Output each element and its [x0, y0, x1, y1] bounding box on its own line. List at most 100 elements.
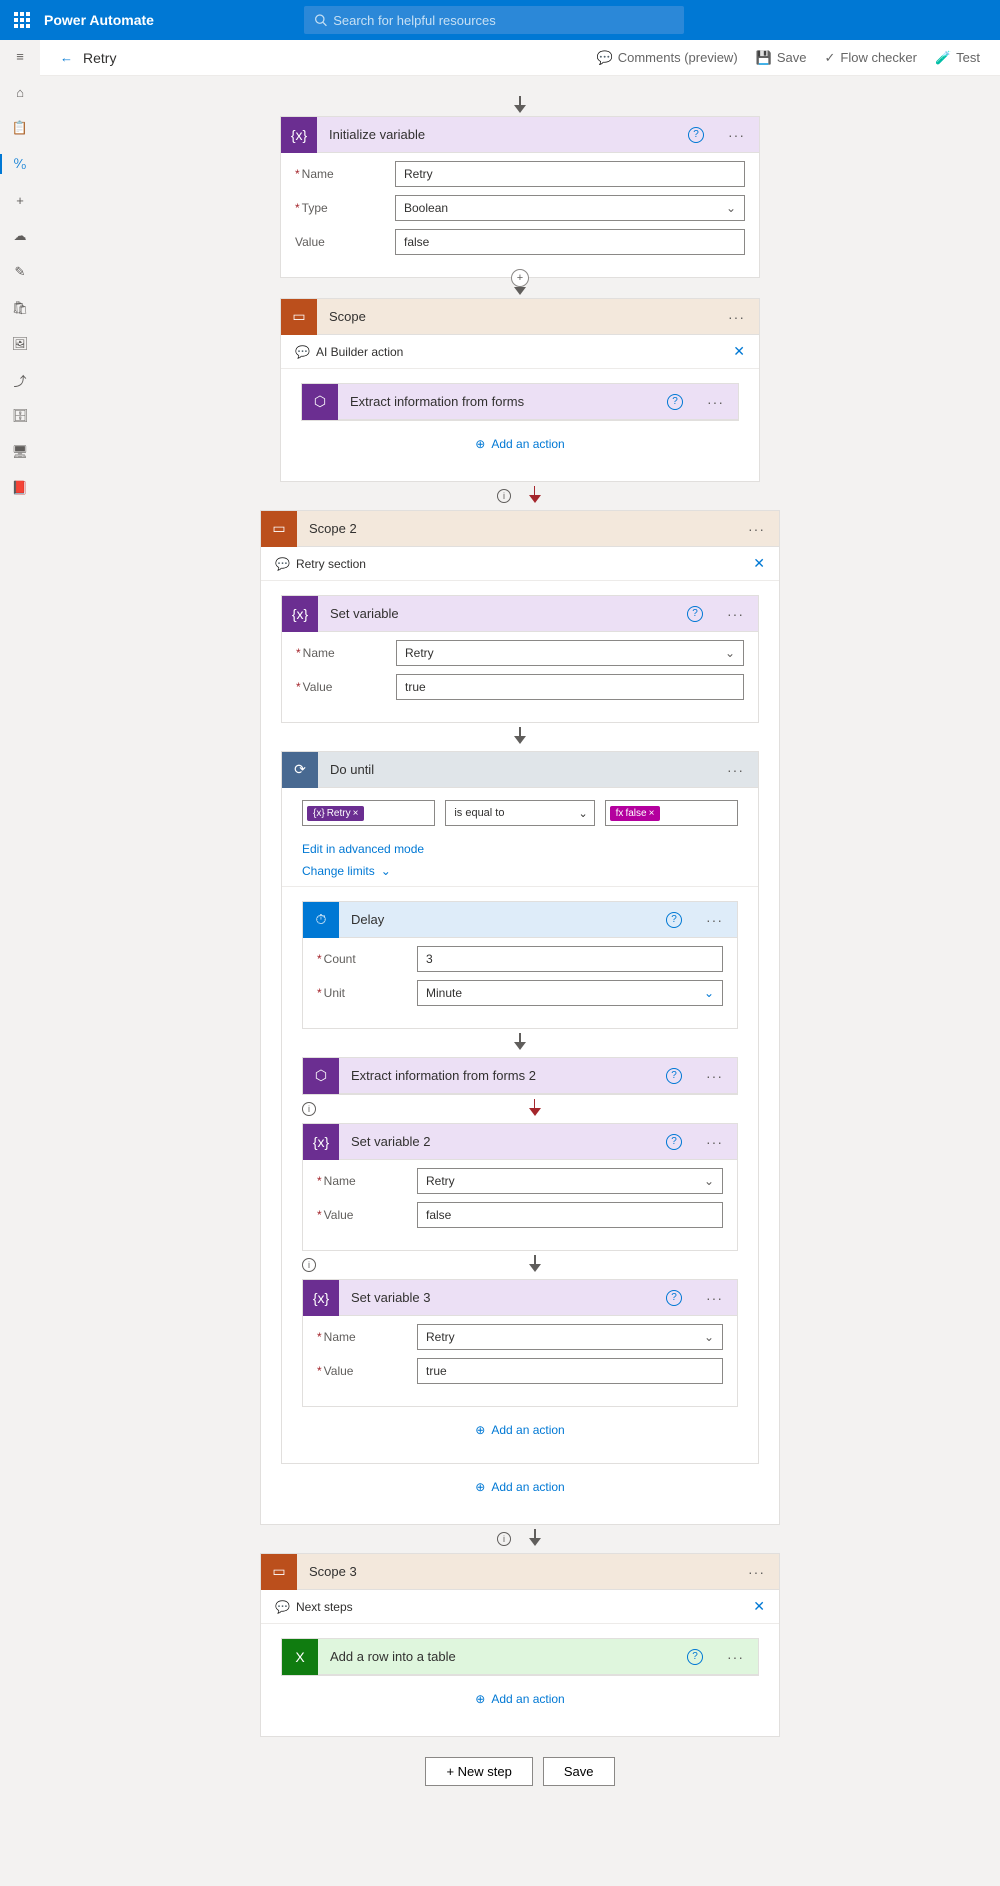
ai-icon: ⬡: [303, 1058, 339, 1094]
more-menu[interactable]: ···: [692, 1290, 737, 1306]
help-icon[interactable]: ?: [687, 1649, 703, 1665]
more-menu[interactable]: ···: [734, 1564, 779, 1580]
search-input[interactable]: [333, 13, 674, 28]
variable-icon: {x}: [303, 1280, 339, 1316]
extract-forms-2-card[interactable]: ⬡ Extract information from forms 2 ? ···: [302, 1057, 738, 1095]
card-header[interactable]: ▭ Scope 2 ···: [261, 511, 779, 547]
do-until-card[interactable]: ⟳ Do until ··· {x} Retry × is equal to⌄ …: [281, 751, 759, 1464]
condition-operator[interactable]: is equal to⌄: [445, 800, 594, 826]
flow-icon[interactable]: ⁰⁄₀: [0, 154, 30, 174]
comments-button[interactable]: 💬 Comments (preview): [597, 50, 738, 66]
share-icon[interactable]: ⤴: [10, 370, 30, 390]
help-icon[interactable]: ?: [666, 912, 682, 928]
clipboard-icon[interactable]: 📋: [10, 118, 30, 138]
extract-forms-card[interactable]: ⬡ Extract information from forms ? ···: [301, 383, 739, 421]
initialize-variable-card[interactable]: {x} Initialize variable ? ··· NameRetry …: [280, 116, 760, 278]
more-menu[interactable]: ···: [693, 394, 738, 410]
scope-card[interactable]: ▭ Scope ··· 💬 AI Builder action ✕ ⬡ Extr…: [280, 298, 760, 482]
card-header[interactable]: ▭ Scope ···: [281, 299, 759, 335]
more-menu[interactable]: ···: [734, 521, 779, 537]
monitor-icon[interactable]: 🖥: [10, 442, 30, 462]
add-action-button[interactable]: ⊕ Add an action: [301, 421, 739, 467]
info-icon[interactable]: i: [497, 1532, 511, 1546]
name-select[interactable]: Retry: [417, 1168, 723, 1194]
info-icon[interactable]: i: [497, 489, 511, 503]
waffle-icon[interactable]: [10, 8, 34, 32]
add-action-button[interactable]: ⊕ Add an action: [302, 1407, 738, 1453]
info-icon[interactable]: i: [302, 1102, 316, 1116]
hamburger-icon[interactable]: ≡: [10, 46, 30, 66]
help-icon[interactable]: ?: [666, 1290, 682, 1306]
more-menu[interactable]: ···: [713, 606, 758, 622]
delay-card[interactable]: ⏱ Delay ? ··· Count3 UnitMinute: [302, 901, 738, 1029]
set-variable-2-card[interactable]: {x} Set variable 2 ? ··· NameRetry Value…: [302, 1123, 738, 1251]
close-icon[interactable]: ✕: [753, 1598, 765, 1615]
more-menu[interactable]: ···: [692, 1134, 737, 1150]
flow-canvas: {x} Initialize variable ? ··· NameRetry …: [40, 76, 1000, 1806]
scope-3-card[interactable]: ▭ Scope 3 ··· 💬 Next steps ✕ X Add a row…: [260, 1553, 780, 1737]
save-button-footer[interactable]: Save: [543, 1757, 615, 1786]
set-variable-card[interactable]: {x} Set variable ? ··· NameRetry Valuetr…: [281, 595, 759, 723]
new-step-button[interactable]: + New step: [425, 1757, 532, 1786]
name-select[interactable]: Retry: [417, 1324, 723, 1350]
brush-icon[interactable]: ✎: [10, 262, 30, 282]
more-menu[interactable]: ···: [692, 1068, 737, 1084]
db-icon[interactable]: 🗄: [10, 406, 30, 426]
bag-icon[interactable]: 🛍: [10, 298, 30, 318]
name-select[interactable]: Retry: [396, 640, 744, 666]
scope-icon: ▭: [281, 299, 317, 335]
set-variable-3-card[interactable]: {x} Set variable 3 ? ··· NameRetry Value…: [302, 1279, 738, 1407]
unit-select[interactable]: Minute: [417, 980, 723, 1006]
help-icon[interactable]: ?: [667, 394, 683, 410]
cloud-icon[interactable]: ☁: [10, 226, 30, 246]
condition-right[interactable]: fx false ×: [605, 800, 738, 826]
add-row-table-card[interactable]: X Add a row into a table ? ···: [281, 1638, 759, 1676]
home-icon[interactable]: ⌂: [10, 82, 30, 102]
test-button[interactable]: 🧪 Test: [935, 50, 980, 66]
search-icon: [314, 13, 327, 27]
count-input[interactable]: 3: [417, 946, 723, 972]
app-title: Power Automate: [44, 12, 154, 28]
help-icon[interactable]: ?: [688, 127, 704, 143]
error-arrow-icon: [527, 1099, 543, 1119]
image-icon[interactable]: 🖼: [10, 334, 30, 354]
card-header[interactable]: ▭ Scope 3 ···: [261, 1554, 779, 1590]
help-icon[interactable]: ?: [687, 606, 703, 622]
card-header[interactable]: {x} Initialize variable ? ···: [281, 117, 759, 153]
global-header: Power Automate: [0, 0, 1000, 40]
search-box[interactable]: [304, 6, 684, 34]
more-menu[interactable]: ···: [692, 912, 737, 928]
info-icon[interactable]: i: [302, 1258, 316, 1272]
ai-icon: ⬡: [302, 384, 338, 420]
condition-left[interactable]: {x} Retry ×: [302, 800, 435, 826]
value-input[interactable]: false: [395, 229, 745, 255]
value-input[interactable]: false: [417, 1202, 723, 1228]
add-step-button[interactable]: +: [511, 269, 529, 287]
name-input[interactable]: Retry: [395, 161, 745, 187]
help-icon[interactable]: ?: [666, 1134, 682, 1150]
close-icon[interactable]: ✕: [753, 555, 765, 572]
change-limits-link[interactable]: Change limits ⌄: [282, 860, 758, 882]
scope-icon: ▭: [261, 511, 297, 547]
variable-icon: {x}: [282, 596, 318, 632]
value-input[interactable]: true: [396, 674, 744, 700]
back-button[interactable]: ←: [60, 50, 73, 65]
more-menu[interactable]: ···: [714, 127, 759, 143]
value-input[interactable]: true: [417, 1358, 723, 1384]
help-icon[interactable]: ?: [666, 1068, 682, 1084]
close-icon[interactable]: ✕: [733, 343, 745, 360]
arrow-icon: [527, 1255, 543, 1275]
save-button[interactable]: 💾 Save: [756, 50, 807, 66]
flow-checker-button[interactable]: ✓ Flow checker: [824, 50, 916, 66]
more-menu[interactable]: ···: [714, 309, 759, 325]
comment-bar: 💬 AI Builder action ✕: [281, 335, 759, 369]
add-action-button[interactable]: ⊕ Add an action: [281, 1676, 759, 1722]
add-action-button[interactable]: ⊕ Add an action: [281, 1464, 759, 1510]
more-menu[interactable]: ···: [713, 1649, 758, 1665]
scope-2-card[interactable]: ▭ Scope 2 ··· 💬 Retry section ✕ {x} Set …: [260, 510, 780, 1525]
plus-icon[interactable]: +: [10, 190, 30, 210]
book-icon[interactable]: 📕: [10, 478, 30, 498]
edit-advanced-link[interactable]: Edit in advanced mode: [282, 838, 758, 860]
type-select[interactable]: Boolean: [395, 195, 745, 221]
more-menu[interactable]: ···: [713, 762, 758, 778]
